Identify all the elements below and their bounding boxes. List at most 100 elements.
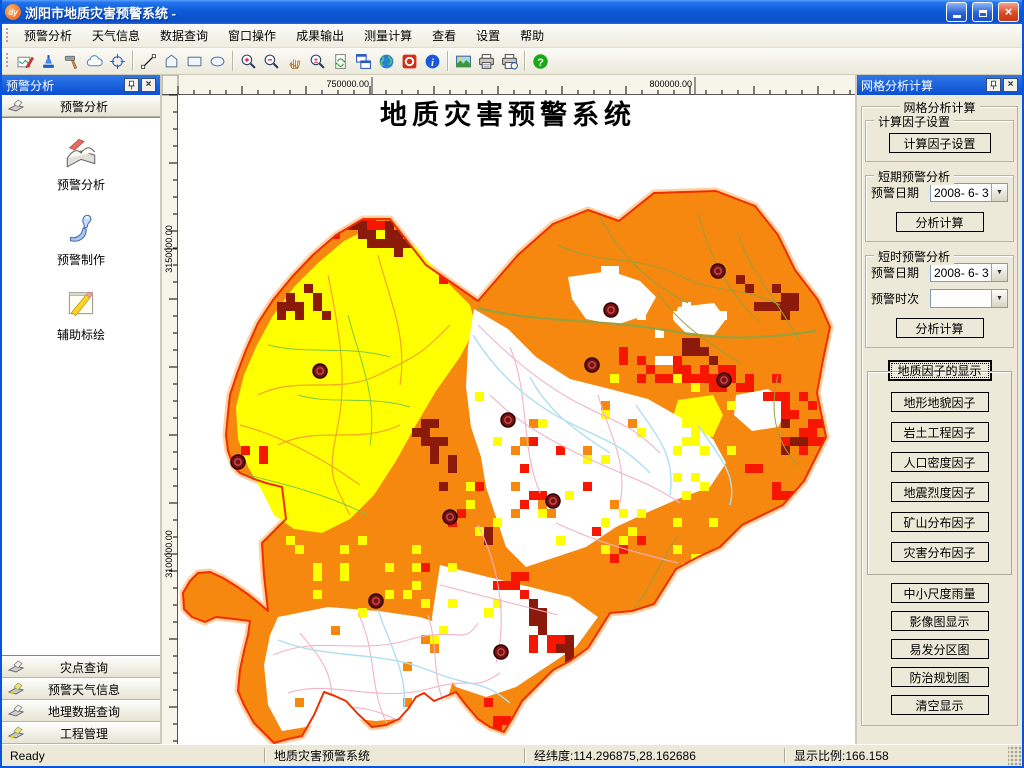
seismic-factor-button[interactable]: 地震烈度因子	[890, 482, 989, 502]
menu-data-query[interactable]: 数据查询	[150, 23, 218, 48]
svg-text:±: ±	[314, 55, 319, 65]
prevention-plan-button[interactable]: 防治规划图	[890, 667, 989, 687]
town-marker	[710, 263, 726, 279]
info-button[interactable]: i	[421, 50, 444, 73]
menu-warn-analysis[interactable]: 预警分析	[14, 23, 82, 48]
immediate-time-combo[interactable]: ▼	[930, 289, 1008, 308]
calc-factor-group: 计算因子设置 计算因子设置	[865, 113, 1014, 162]
line-draw-button[interactable]	[137, 50, 160, 73]
menu-help[interactable]: 帮助	[510, 23, 554, 48]
menu-weather-info[interactable]: 天气信息	[82, 23, 150, 48]
population-factor-button[interactable]: 人口密度因子	[890, 452, 989, 472]
right-panel-close-button[interactable]: ×	[1003, 78, 1018, 92]
map-edit-button[interactable]	[14, 50, 37, 73]
pin-button[interactable]	[986, 78, 1001, 92]
item-warn-make[interactable]: 预警制作	[57, 208, 105, 268]
rect-draw-button[interactable]	[183, 50, 206, 73]
map-canvas[interactable]: 750000.00 800000.003150000.003100000.00 地…	[162, 75, 855, 744]
short-term-analyze-button[interactable]: 分析计算	[895, 212, 984, 232]
left-panel-section-header[interactable]: 预警分析	[2, 95, 160, 117]
zoom-scale-button[interactable]: ±	[306, 50, 329, 73]
print-icon	[479, 53, 494, 69]
etch-icon	[8, 99, 24, 112]
town-marker	[500, 412, 516, 428]
immediate-date-value: 2008- 6- 3	[934, 266, 989, 280]
immediate-analyze-button[interactable]: 分析计算	[895, 318, 984, 338]
print-preview-button[interactable]	[498, 50, 521, 73]
status-bar: Ready 地质灾害预警系统 经纬度:114.296875,28.162686 …	[2, 744, 1022, 766]
pin-button[interactable]	[124, 78, 139, 92]
restore-button[interactable]	[972, 2, 993, 22]
rect-draw-icon	[187, 56, 202, 66]
chevron-down-icon[interactable]: ▼	[991, 264, 1007, 281]
globe-icon	[379, 54, 394, 68]
mine-factor-button[interactable]: 矿山分布因子	[890, 512, 989, 532]
item-warn-analysis[interactable]: 预警分析	[57, 133, 105, 193]
aux-plot-icon	[68, 291, 94, 317]
zoom-in-button[interactable]	[237, 50, 260, 73]
zoom-out-button[interactable]	[260, 50, 283, 73]
section-label: 工程管理	[59, 726, 108, 741]
ellipse-draw-icon	[210, 56, 225, 66]
section-disaster-query[interactable]: 灾点查询	[2, 656, 160, 678]
cloud-button[interactable]	[83, 50, 106, 73]
menu-view[interactable]: 查看	[422, 23, 466, 48]
disaster-factor-button[interactable]: 灾害分布因子	[890, 542, 989, 562]
geotech-factor-button[interactable]: 岩土工程因子	[890, 422, 989, 442]
cascade-windows-icon	[356, 53, 371, 69]
terrain-factor-button[interactable]: 地形地貌因子	[890, 392, 989, 412]
record-stop-button[interactable]	[398, 50, 421, 73]
toolbar-grip[interactable]	[6, 53, 10, 69]
help-button[interactable]: ?	[529, 50, 552, 73]
warn-date-label: 预警日期	[871, 266, 920, 280]
print-button[interactable]	[475, 50, 498, 73]
short-term-group: 短期预警分析 预警日期 2008- 6- 3 ▼ 分析计算	[865, 168, 1014, 242]
imagery-button[interactable]: 影像图显示	[890, 611, 989, 631]
section-warn-weather[interactable]: 预警天气信息	[2, 678, 160, 700]
susceptibility-map-button[interactable]: 易发分区图	[890, 639, 989, 659]
minimize-icon	[952, 15, 961, 18]
menubar-grip[interactable]	[6, 27, 10, 44]
menu-window-ops[interactable]: 窗口操作	[218, 23, 286, 48]
town-marker	[442, 509, 458, 525]
etch-icon	[8, 704, 24, 717]
factor-buttons-group: 地形地貌因子 岩土工程因子 人口密度因子 地震烈度因子 矿山分布因子 灾害分布因…	[867, 371, 1012, 575]
refresh-view-icon	[335, 53, 346, 69]
resize-grip[interactable]	[1008, 745, 1022, 766]
geo-factor-display-button[interactable]: 地质因子的显示	[887, 360, 992, 381]
toolbar-separator	[447, 51, 449, 71]
center-target-button[interactable]	[106, 50, 129, 73]
chevron-down-icon[interactable]: ▼	[991, 290, 1007, 307]
rainfall-button[interactable]: 中小尺度雨量	[890, 583, 989, 603]
menu-result-output[interactable]: 成果输出	[286, 23, 354, 48]
toolbar-separator	[232, 51, 234, 71]
section-geo-data-query[interactable]: 地理数据查询	[2, 700, 160, 722]
close-button[interactable]: ×	[998, 2, 1019, 22]
section-project-mgmt[interactable]: 工程管理	[2, 722, 160, 744]
refresh-view-button[interactable]	[329, 50, 352, 73]
calc-factor-settings-button[interactable]: 计算因子设置	[888, 133, 991, 153]
menu-settings[interactable]: 设置	[466, 23, 510, 48]
chevron-down-icon[interactable]: ▼	[991, 184, 1007, 201]
menu-measure-calc[interactable]: 测量计算	[354, 23, 422, 48]
paint-stamp-button[interactable]	[37, 50, 60, 73]
clear-display-button[interactable]: 清空显示	[890, 695, 989, 715]
polygon-draw-button[interactable]	[160, 50, 183, 73]
map-viewport[interactable]: 750000.00 800000.00 3150000.00 3100000.00 地…	[162, 75, 855, 744]
title-bar[interactable]: dy 浏阳市地质灾害预警系统 - ×	[2, 0, 1022, 24]
hammer-tool-icon	[64, 55, 78, 69]
image-display-button[interactable]	[452, 50, 475, 73]
status-ready: Ready	[10, 748, 45, 763]
immediate-date-combo[interactable]: 2008- 6- 3 ▼	[930, 263, 1008, 282]
globe-button[interactable]	[375, 50, 398, 73]
minimize-button[interactable]	[946, 2, 967, 22]
town-marker	[603, 302, 619, 318]
cascade-windows-button[interactable]	[352, 50, 375, 73]
left-panel-close-button[interactable]: ×	[141, 78, 156, 92]
warn-date-combo[interactable]: 2008- 6- 3 ▼	[930, 183, 1008, 202]
item-aux-plot[interactable]: 辅助标绘	[57, 283, 105, 343]
item-label: 预警制作	[56, 253, 105, 267]
ellipse-draw-button[interactable]	[206, 50, 229, 73]
hammer-tool-button[interactable]	[60, 50, 83, 73]
pan-hand-button[interactable]	[283, 50, 306, 73]
